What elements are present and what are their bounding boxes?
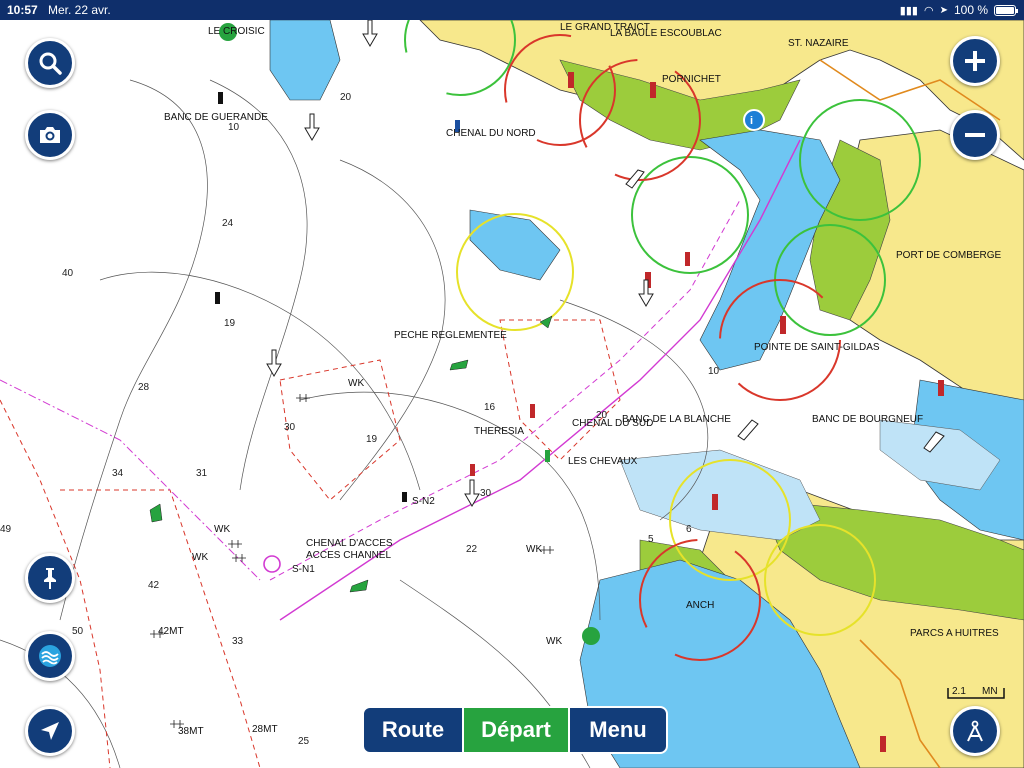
- app-root: 10:57 Mer. 22 avr. ▮▮▮ ◠ ➤ 100 % i LE CR…: [0, 0, 1024, 768]
- depth-sounding: 20: [596, 410, 608, 421]
- label-la-baule: LA BAULE ESCOUBLAC: [610, 28, 722, 39]
- label-st-nazaire: ST. NAZAIRE: [788, 38, 849, 49]
- depth-sounding: 22: [466, 544, 478, 555]
- label-wk-1: WK: [348, 378, 364, 389]
- label-wk-2: WK: [214, 524, 230, 535]
- depth-sounding: 16: [484, 402, 496, 413]
- depth-sounding: 10: [228, 122, 240, 133]
- status-right: ▮▮▮ ◠ ➤ 100 %: [899, 3, 1018, 17]
- pin-icon: [44, 568, 56, 589]
- label-wk-4: WK: [526, 544, 542, 555]
- status-time: 10:57: [7, 3, 38, 17]
- camera-button[interactable]: [25, 110, 75, 160]
- label-42mt: 42MT: [158, 626, 184, 637]
- wifi-icon: ◠: [923, 4, 934, 17]
- depth-sounding: 24: [222, 218, 234, 229]
- depth-sounding: 30: [284, 422, 296, 433]
- depth-sounding: 33: [232, 636, 244, 647]
- depth-sounding: 31: [196, 468, 208, 479]
- depth-sounding: 25: [298, 736, 310, 747]
- nautical-chart[interactable]: i LE CROISIC LE GRAND TRAICT LA BAULE ES…: [0, 20, 1024, 768]
- label-parcs-huitres: PARCS A HUITRES: [910, 628, 999, 639]
- label-pornichet: PORNICHET: [662, 74, 721, 85]
- label-chenal-acces: CHENAL D'ACCES: [306, 538, 393, 549]
- label-38mt: 38MT: [178, 726, 204, 737]
- location-arrow-icon: [41, 722, 59, 740]
- plus-icon: [965, 51, 985, 71]
- label-port-comberge: PORT DE COMBERGE: [896, 250, 1002, 261]
- marina-info-marker: [743, 109, 765, 131]
- bottom-navigation: Route Départ Menu: [362, 706, 668, 754]
- zoom-in-button[interactable]: [950, 36, 1000, 86]
- layers-button[interactable]: [25, 631, 75, 681]
- route-button[interactable]: Route: [362, 706, 464, 754]
- label-chenal-nord: CHENAL DU NORD: [446, 128, 536, 139]
- depth-sounding: 42: [148, 580, 160, 591]
- status-bar: 10:57 Mer. 22 avr. ▮▮▮ ◠ ➤ 100 %: [0, 0, 1024, 20]
- label-banc-bourgneuf: BANC DE BOURGNEUF: [812, 414, 923, 425]
- battery-percent: 100 %: [953, 3, 988, 17]
- waves-layers-icon: [39, 645, 61, 667]
- depth-sounding: 34: [112, 468, 124, 479]
- location-icon: ➤: [939, 4, 948, 16]
- depth-sounding: 20: [340, 92, 352, 103]
- label-wk-3: WK: [192, 552, 208, 563]
- depth-sounding: 49: [0, 524, 12, 535]
- svg-text:i: i: [750, 115, 753, 127]
- label-acces-channel: ACCES CHANNEL: [306, 550, 391, 561]
- depth-sounding: 19: [224, 318, 236, 329]
- label-banc-blanche: BANC DE LA BLANCHE: [622, 414, 731, 425]
- depth-sounding: 19: [366, 434, 378, 445]
- depart-button[interactable]: Départ: [464, 706, 568, 754]
- menu-button[interactable]: Menu: [568, 706, 668, 754]
- compass-icon: [967, 720, 983, 742]
- label-anch: ANCH: [686, 600, 714, 611]
- label-wk-5: WK: [546, 636, 562, 647]
- depth-sounding: 40: [62, 268, 74, 279]
- zoom-out-button[interactable]: [950, 110, 1000, 160]
- map-scale: 2.1 MN: [946, 686, 1006, 700]
- label-sn2: S-N2: [412, 496, 435, 507]
- search-icon: [39, 52, 62, 75]
- compass-button[interactable]: [950, 706, 1000, 756]
- camera-icon: [40, 127, 60, 143]
- label-theresia: THERESIA: [474, 426, 524, 437]
- depth-sounding: 10: [708, 366, 720, 377]
- label-les-chevaux: LES CHEVAUX: [568, 456, 638, 467]
- label-peche: PECHE REGLEMENTEE: [394, 330, 507, 341]
- battery-icon: [994, 4, 1018, 16]
- scale-value: 2.1: [952, 686, 966, 697]
- depth-sounding: 30: [480, 488, 492, 499]
- depth-sounding: 5: [648, 534, 654, 545]
- depth-sounding: 6: [686, 524, 692, 535]
- scale-unit: MN: [982, 686, 998, 697]
- label-pointe-st-gildas: POINTE DE SAINT-GILDAS: [754, 342, 880, 353]
- label-sn1: S-N1: [292, 564, 315, 575]
- label-banc-guerande: BANC DE GUERANDE: [164, 112, 268, 123]
- depth-sounding: 28: [138, 382, 150, 393]
- pin-button[interactable]: [25, 553, 75, 603]
- minus-icon: [965, 133, 985, 137]
- locate-button[interactable]: [25, 706, 75, 756]
- status-date: Mer. 22 avr.: [48, 3, 111, 17]
- search-button[interactable]: [25, 38, 75, 88]
- fishing-marker-south: [582, 627, 600, 645]
- depth-sounding: 50: [72, 626, 84, 637]
- signal-icon: ▮▮▮: [899, 4, 918, 17]
- label-28mt: 28MT: [252, 724, 278, 735]
- label-le-croisic: LE CROISIC: [208, 26, 265, 37]
